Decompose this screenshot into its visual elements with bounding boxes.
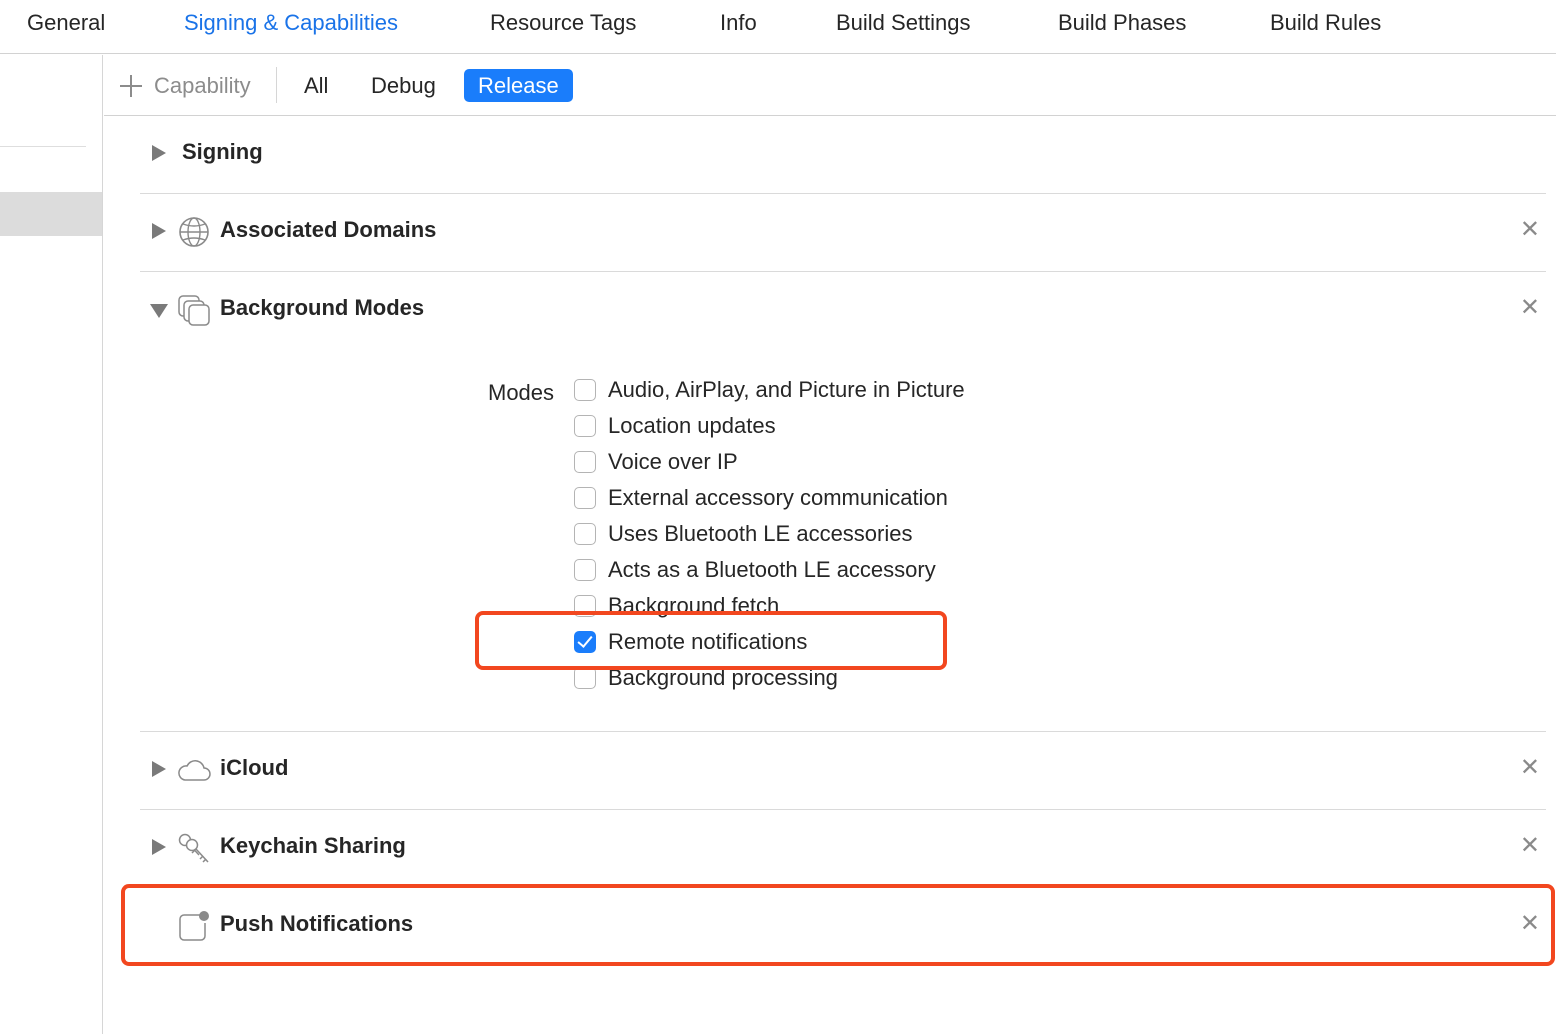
- stacked-squares-icon: [178, 295, 210, 326]
- checkbox[interactable]: [574, 559, 596, 581]
- remove-capability-button[interactable]: ✕: [1520, 755, 1540, 781]
- section-title: Keychain Sharing: [220, 833, 406, 858]
- section-title: Signing: [182, 139, 263, 164]
- section-keychain-sharing: Keychain Sharing ✕: [140, 809, 1546, 887]
- mode-label: External accessory communication: [608, 485, 948, 510]
- mode-location-updates[interactable]: Location updates: [574, 412, 776, 440]
- tab-build-settings[interactable]: Build Settings: [836, 10, 971, 36]
- remove-capability-button[interactable]: ✕: [1520, 217, 1540, 243]
- section-title: iCloud: [220, 755, 289, 780]
- mode-external-accessory[interactable]: External accessory communication: [574, 484, 948, 512]
- tab-build-rules[interactable]: Build Rules: [1270, 10, 1381, 36]
- filter-all[interactable]: All: [290, 69, 342, 102]
- disclosure-triangle-icon[interactable]: [152, 761, 166, 777]
- highlight-box-remote-notifications: [475, 611, 947, 670]
- checkbox[interactable]: [574, 415, 596, 437]
- section-title: Background Modes: [220, 295, 425, 320]
- checkbox[interactable]: [574, 523, 596, 545]
- globe-icon: [179, 217, 209, 247]
- checkbox[interactable]: [574, 451, 596, 473]
- sidebar-divider: [0, 146, 86, 147]
- tab-resource-tags[interactable]: Resource Tags: [490, 10, 636, 36]
- filter-debug[interactable]: Debug: [357, 69, 450, 102]
- section-title: Associated Domains: [220, 217, 437, 242]
- filter-separator: [276, 67, 277, 103]
- checkbox[interactable]: [574, 667, 596, 689]
- add-capability-button[interactable]: Capability: [120, 71, 251, 101]
- mode-voip[interactable]: Voice over IP: [574, 448, 738, 476]
- plus-icon: [120, 75, 142, 97]
- cloud-icon: [178, 760, 211, 781]
- mode-label: Audio, AirPlay, and Picture in Picture: [608, 377, 965, 402]
- remove-capability-button[interactable]: ✕: [1520, 833, 1540, 859]
- highlight-box-push-notifications: [121, 884, 1555, 966]
- checkbox[interactable]: [574, 379, 596, 401]
- disclosure-triangle-icon[interactable]: [152, 839, 166, 855]
- mode-bluetooth-central[interactable]: Uses Bluetooth LE accessories: [574, 520, 913, 548]
- section-signing: Signing: [140, 115, 1546, 194]
- section-associated-domains: Associated Domains ✕: [140, 193, 1546, 272]
- section-icloud: iCloud ✕: [140, 731, 1546, 810]
- mode-bluetooth-peripheral[interactable]: Acts as a Bluetooth LE accessory: [574, 556, 936, 584]
- disclosure-triangle-icon[interactable]: [152, 223, 166, 239]
- mode-label: Uses Bluetooth LE accessories: [608, 521, 913, 546]
- mode-label: Location updates: [608, 413, 776, 438]
- keys-icon: [178, 833, 209, 863]
- mode-label: Voice over IP: [608, 449, 738, 474]
- mode-audio[interactable]: Audio, AirPlay, and Picture in Picture: [574, 376, 965, 404]
- tab-info[interactable]: Info: [720, 10, 757, 36]
- add-capability-label: Capability: [154, 73, 251, 98]
- sidebar-selected-target[interactable]: [0, 192, 102, 236]
- filter-release[interactable]: Release: [464, 69, 573, 102]
- targets-sidebar: [0, 55, 103, 1034]
- mode-label: Acts as a Bluetooth LE accessory: [608, 557, 936, 582]
- modes-label: Modes: [488, 380, 555, 405]
- tab-build-phases[interactable]: Build Phases: [1058, 10, 1186, 36]
- checkbox[interactable]: [574, 487, 596, 509]
- remove-capability-button[interactable]: ✕: [1520, 295, 1540, 321]
- capability-filter-bar: Capability All Debug Release: [104, 55, 1556, 116]
- tab-general[interactable]: General: [27, 10, 105, 36]
- disclosure-triangle-icon[interactable]: [150, 304, 168, 318]
- editor-tab-bar: General Signing & Capabilities Resource …: [0, 0, 1556, 54]
- disclosure-triangle-icon[interactable]: [152, 145, 166, 161]
- tab-signing-capabilities[interactable]: Signing & Capabilities: [184, 10, 398, 36]
